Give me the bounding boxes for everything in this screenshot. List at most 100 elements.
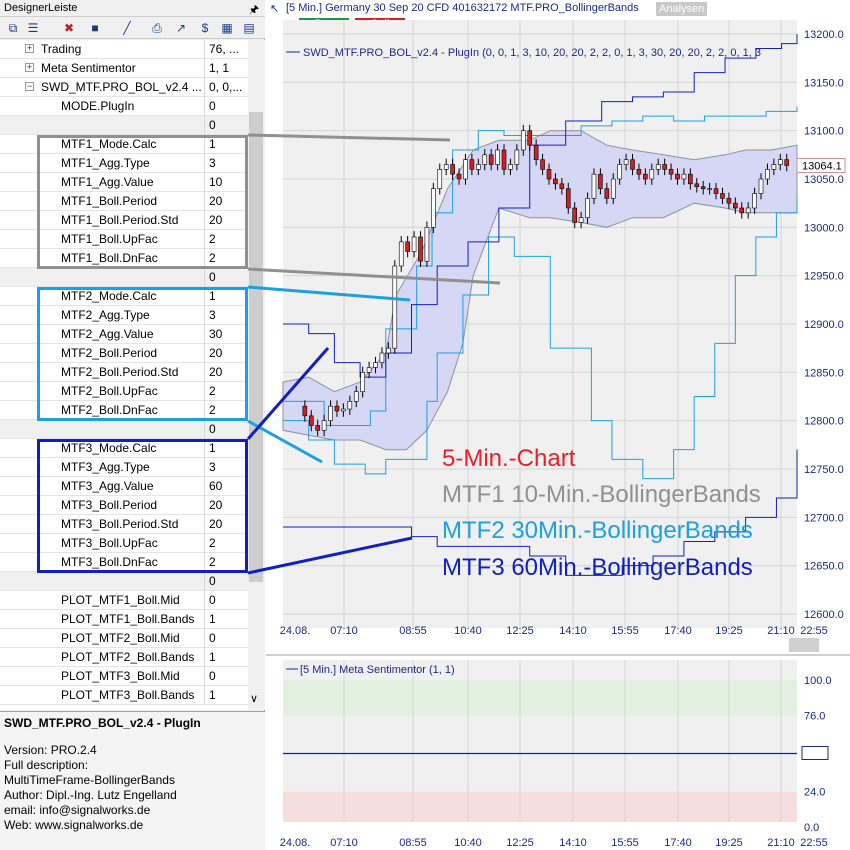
- panel-toolbar: ⧉ ☰ ✖ ■ ╱ ⎙ ↗ $ ▦ ▤: [0, 17, 265, 39]
- price-chart[interactable]: 13200.0 13150.0 13100.0 13050.0 13000.0 12950…: [266, 0, 850, 850]
- tree-row-value[interactable]: 76, ...: [209, 42, 239, 56]
- print-icon[interactable]: ⎙: [148, 19, 166, 37]
- candle: [463, 159, 468, 180]
- tree-row[interactable]: 0: [0, 572, 248, 591]
- candle: [431, 188, 436, 228]
- annotation-label: MTF1 10-Min.-BollingerBands: [442, 481, 761, 508]
- chart-area: ↖ [5 Min.] Germany 30 Sep 20 CFD 4016321…: [266, 0, 850, 850]
- mtf3-highlight-box: [37, 439, 248, 573]
- column-divider: [204, 40, 205, 59]
- candle: [540, 159, 545, 170]
- tree-row-name: PLOT_MTF3_Boll.Bands: [61, 688, 195, 702]
- tree-row[interactable]: PLOT_MTF2_Boll.Mid 0: [0, 629, 248, 648]
- description-line: Version: PRO.2.4: [4, 743, 97, 757]
- delete-icon[interactable]: ✖: [60, 19, 78, 37]
- column-divider: [204, 648, 205, 667]
- candle: [655, 164, 661, 170]
- tree-row-value[interactable]: 0: [209, 422, 216, 436]
- upper-zone: [283, 680, 797, 716]
- tree-row-value[interactable]: 0: [209, 593, 216, 607]
- candle: [668, 169, 674, 175]
- tree-row-value[interactable]: 0: [209, 118, 216, 132]
- expand-icon[interactable]: +: [25, 44, 34, 53]
- legend-text: SWD_MTF.PRO_BOL_v2.4 - PlugIn (0, 0, 1, …: [303, 47, 761, 59]
- tree-row[interactable]: 0: [0, 268, 248, 287]
- candle: [437, 169, 443, 189]
- candle: [610, 178, 616, 199]
- candle: [739, 207, 745, 214]
- sentiment-header: [5 Min.] Meta Sentimentor (1, 1): [300, 664, 455, 676]
- sentiment-x-tick: 24.08.: [280, 837, 311, 849]
- scrollbar-thumb[interactable]: [249, 112, 263, 582]
- tree-row[interactable]: + Trading 76, ...: [0, 40, 248, 59]
- tree-row-name: PLOT_MTF2_Boll.Bands: [61, 650, 195, 664]
- tree-row-value[interactable]: 0: [209, 669, 216, 683]
- candle: [366, 367, 372, 373]
- save-icon[interactable]: ■: [86, 19, 104, 37]
- candle: [713, 188, 719, 194]
- description-line: MultiTimeFrame-BollingerBands: [4, 773, 175, 787]
- tree-row-value[interactable]: 0: [209, 631, 216, 645]
- tree-row-value[interactable]: 0, 0,...: [209, 80, 242, 94]
- list-icon[interactable]: ☰: [24, 19, 42, 37]
- sentiment-x-tick: 08:55: [399, 837, 427, 849]
- tree-row-value[interactable]: 0: [209, 99, 216, 113]
- column-divider: [204, 591, 205, 610]
- tree-row[interactable]: 0: [0, 420, 248, 439]
- tree-row[interactable]: PLOT_MTF3_Boll.Mid 0: [0, 667, 248, 686]
- annotation-label: MTF3 60Min.-BollingerBands: [442, 554, 753, 581]
- candle: [688, 173, 693, 185]
- config-icon[interactable]: ⧉: [4, 19, 22, 37]
- candle: [476, 164, 481, 170]
- horizontal-scrollbar-thumb: [789, 638, 819, 652]
- candle: [379, 352, 385, 363]
- tree-row[interactable]: + Meta Sentimentor 1, 1: [0, 59, 248, 78]
- column-divider: [204, 97, 205, 116]
- candle: [392, 265, 398, 349]
- candle: [315, 425, 320, 431]
- chevron-down-icon[interactable]: ∨: [250, 692, 258, 705]
- candle: [745, 207, 751, 214]
- tree-row-value[interactable]: 1, 1: [209, 61, 229, 75]
- candle: [777, 159, 783, 165]
- expand-icon[interactable]: +: [25, 63, 34, 72]
- description-line: Web: www.signalworks.de: [4, 818, 144, 832]
- tree-row[interactable]: 0: [0, 116, 248, 135]
- candle: [450, 164, 455, 175]
- candle: [585, 198, 590, 218]
- grid-icon[interactable]: ▦: [218, 19, 236, 37]
- candle: [508, 164, 513, 170]
- column-divider: [204, 610, 205, 629]
- tree-row-value[interactable]: 0: [209, 270, 216, 284]
- candle: [752, 193, 757, 209]
- tree-row[interactable]: MODE.PlugIn 0: [0, 97, 248, 116]
- trend-icon[interactable]: ↗: [172, 19, 190, 37]
- table-icon[interactable]: ▤: [240, 19, 258, 37]
- tree-row[interactable]: PLOT_MTF1_Boll.Mid 0: [0, 591, 248, 610]
- tree-row[interactable]: PLOT_MTF3_Boll.Bands 1: [0, 686, 248, 705]
- candle: [482, 154, 488, 165]
- x-tick-label: 12:25: [506, 625, 534, 637]
- x-tick-label: 21:10: [767, 625, 795, 637]
- mtf1-highlight-box: [37, 135, 248, 269]
- collapse-icon[interactable]: −: [25, 82, 34, 91]
- tree-row-value[interactable]: 1: [209, 688, 216, 702]
- dollar-arrows-icon[interactable]: $: [196, 19, 214, 37]
- panel-title: DesignerLeiste 🖈: [0, 0, 265, 17]
- candle: [411, 236, 417, 252]
- tree-row-value[interactable]: 1: [209, 650, 216, 664]
- sentiment-y-tick: 24.0: [804, 787, 825, 799]
- tree-row-value[interactable]: 0: [209, 574, 216, 588]
- tree-row[interactable]: PLOT_MTF2_Boll.Bands 1: [0, 648, 248, 667]
- tree-row[interactable]: − SWD_MTF.PRO_BOL_v2.4 ... 0, 0,...: [0, 78, 248, 97]
- candle: [360, 372, 365, 392]
- sentiment-y-tick: 100.0: [804, 675, 832, 687]
- candle: [443, 164, 449, 170]
- line-tool-icon[interactable]: ╱: [118, 19, 136, 37]
- tree-row[interactable]: PLOT_MTF1_Boll.Bands 1: [0, 610, 248, 629]
- candle: [636, 169, 642, 175]
- x-tick-label: 08:55: [399, 625, 427, 637]
- candle: [726, 198, 732, 204]
- tree-row-value[interactable]: 1: [209, 612, 216, 626]
- tree-row-name: MODE.PlugIn: [61, 99, 135, 113]
